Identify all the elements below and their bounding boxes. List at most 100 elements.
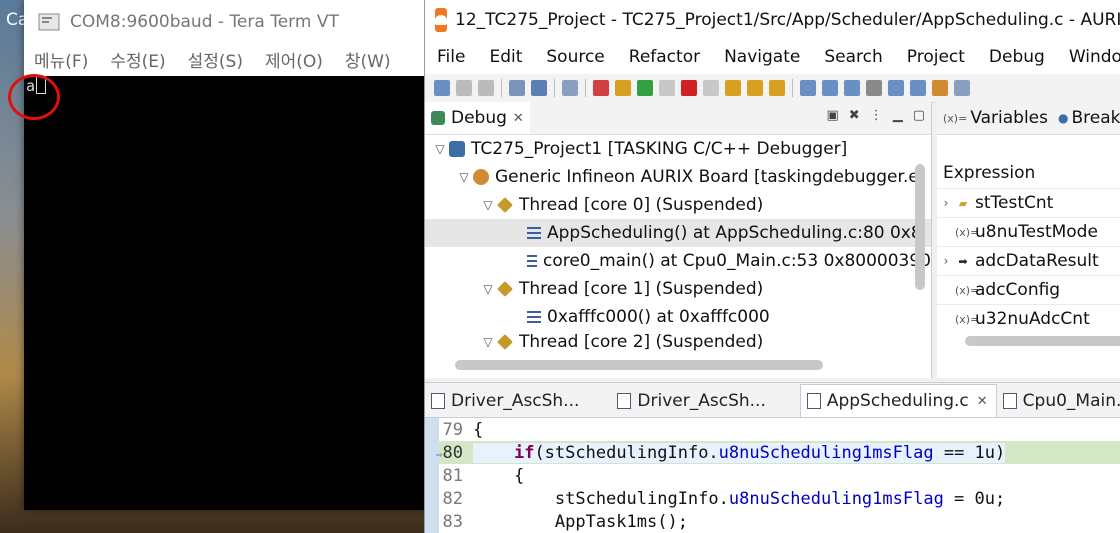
save-icon[interactable]	[456, 80, 472, 96]
minimize-icon[interactable]: ▁	[893, 108, 903, 123]
collapse-all-icon[interactable]: ▣	[827, 108, 839, 123]
chevron-down-icon[interactable]: ▽	[479, 335, 497, 349]
teraterm-menu-window[interactable]: 창(W)	[335, 47, 401, 72]
eclipse-window[interactable]: 12_TC275_Project - TC275_Project1/Src/Ap…	[424, 0, 1120, 533]
tab-debug-label: Debug	[451, 108, 507, 128]
code-editor[interactable]: Driver_AscSh... Driver_AscSh... AppSched…	[425, 382, 1120, 533]
editor-tab[interactable]: Driver_AscSh...	[587, 385, 773, 417]
editor-tab-label: AppScheduling.c	[826, 391, 969, 411]
reset-icon[interactable]	[615, 80, 631, 96]
maximize-icon[interactable]: ▢	[913, 108, 925, 123]
menu-edit[interactable]: Edit	[477, 47, 534, 67]
var-row[interactable]: (x)= u8nuTestMode	[937, 217, 1120, 246]
chevron-right-icon[interactable]: ›	[937, 196, 955, 210]
step-return-icon[interactable]	[769, 80, 785, 96]
var-row[interactable]: › ▰ stTestCnt	[937, 188, 1120, 217]
menu-file[interactable]: File	[425, 47, 477, 67]
debug-launch-icon[interactable]	[954, 80, 970, 96]
tab-variables[interactable]: (x)= Variables	[937, 102, 1054, 134]
build-icon[interactable]	[509, 80, 525, 96]
terminate-icon[interactable]	[681, 80, 697, 96]
editor-tab-active[interactable]: AppScheduling.c ✕	[799, 384, 997, 417]
step-into-icon[interactable]	[725, 80, 741, 96]
console-icon[interactable]	[531, 80, 547, 96]
code-line[interactable]: 82 stSchedulingInfo.u8nuScheduling1msFla…	[425, 487, 1120, 510]
toolbar-separator	[585, 79, 586, 97]
menu-project[interactable]: Project	[895, 47, 977, 67]
variables-view-tabbar: (x)= Variables ● Breakpo	[937, 102, 1120, 135]
help-icon[interactable]	[888, 80, 904, 96]
menu-debug[interactable]: Debug	[977, 47, 1057, 67]
var-name: u8nuTestMode	[975, 222, 1098, 242]
code-line[interactable]: 79 {	[425, 418, 1120, 441]
variable-icon: (x)=	[955, 283, 980, 297]
chevron-down-icon[interactable]: ▽	[431, 142, 449, 156]
menu-window[interactable]: Window	[1057, 47, 1120, 67]
step-over-icon[interactable]	[747, 80, 763, 96]
code-line[interactable]: 81 {	[425, 464, 1120, 487]
code-area[interactable]: 79 { ⇨80 if(stSchedulingInfo.u8nuSchedul…	[425, 418, 1120, 533]
c-file-icon	[1002, 393, 1017, 409]
tree-item-thread-core2[interactable]: ▽ Thread [core 2] (Suspended)	[425, 331, 931, 353]
tree-item-board[interactable]: ▽ Generic Infineon AURIX Board [taskingd…	[425, 163, 931, 191]
teraterm-menu-setup[interactable]: 설정(S)	[178, 47, 253, 72]
skip-breakpoints-icon[interactable]	[562, 80, 578, 96]
horizontal-scrollbar[interactable]	[965, 336, 1120, 346]
tree-item-launch[interactable]: ▽ TC275_Project1 [TASKING C/C++ Debugger…	[425, 135, 931, 163]
teraterm-menu-control[interactable]: 제어(O)	[255, 47, 333, 72]
instruction-step-icon[interactable]	[800, 80, 816, 96]
code-line[interactable]: 83 AppTask1ms();	[425, 510, 1120, 533]
code-text: stSchedulingInfo.u8nuScheduling1msFlag =…	[473, 488, 1006, 509]
tree-item-thread-core0[interactable]: ▽ Thread [core 0] (Suspended)	[425, 191, 931, 219]
target-icon[interactable]	[932, 80, 948, 96]
tree-item-thread-core1[interactable]: ▽ Thread [core 1] (Suspended)	[425, 275, 931, 303]
info-icon[interactable]	[910, 80, 926, 96]
tree-item-frame-core0-main[interactable]: core0_main() at Cpu0_Main.c:53 0x8000039…	[425, 247, 931, 275]
menu-refactor[interactable]: Refactor	[617, 47, 712, 67]
chevron-down-icon[interactable]: ▽	[455, 170, 473, 184]
tab-breakpoints[interactable]: ● Breakpo	[1054, 102, 1120, 134]
resume-icon[interactable]	[637, 80, 653, 96]
editor-tab-label: Driver_AscSh...	[451, 391, 580, 411]
teraterm-window[interactable]: COM8:9600baud - Tera Term VT 메뉴(F) 수정(E)…	[24, 0, 426, 510]
restart-icon[interactable]	[593, 80, 609, 96]
suspend-icon[interactable]	[659, 80, 675, 96]
chevron-down-icon[interactable]: ▽	[479, 198, 497, 212]
teraterm-menu-edit[interactable]: 수정(E)	[100, 47, 175, 72]
var-row[interactable]: › ➡ adcDataResult	[937, 246, 1120, 275]
menu-source[interactable]: Source	[534, 47, 616, 67]
chevron-right-icon[interactable]: ›	[937, 254, 955, 268]
memory-icon[interactable]	[844, 80, 860, 96]
tab-debug[interactable]: Debug ✕	[425, 102, 530, 134]
toggle-view-icon[interactable]	[822, 80, 838, 96]
new-icon[interactable]	[434, 80, 450, 96]
var-row[interactable]: (x)= adcConfig	[937, 275, 1120, 304]
remove-terminated-icon[interactable]: ✖	[849, 108, 860, 123]
vertical-scrollbar[interactable]	[915, 164, 925, 290]
eclipse-title: 12_TC275_Project - TC275_Project1/Src/Ap…	[455, 10, 1120, 30]
editor-tab[interactable]: Driver_AscSh...	[425, 385, 587, 417]
chevron-down-icon[interactable]: ▽	[479, 282, 497, 296]
teraterm-menu-file[interactable]: 메뉴(F)	[24, 47, 98, 72]
disconnect-icon[interactable]	[703, 80, 719, 96]
terminal-screen[interactable]: a	[24, 76, 426, 510]
eclipse-titlebar[interactable]: 12_TC275_Project - TC275_Project1/Src/Ap…	[425, 0, 1120, 40]
column-header-expression[interactable]: Expression	[937, 158, 1120, 188]
save-all-icon[interactable]	[478, 80, 494, 96]
line-number: 82	[442, 488, 463, 509]
settings-icon[interactable]	[866, 80, 882, 96]
menu-navigate[interactable]: Navigate	[712, 47, 812, 67]
tree-item-frame-appscheduling[interactable]: AppScheduling() at AppScheduling.c:80 0x…	[425, 219, 931, 247]
horizontal-scrollbar[interactable]	[455, 360, 823, 370]
var-row[interactable]: (x)= u32nuAdcCnt	[937, 304, 1120, 333]
view-menu-icon[interactable]: ⋮	[870, 108, 883, 123]
close-icon[interactable]: ✕	[513, 111, 524, 126]
editor-tab[interactable]: Cpu0_Main.c	[997, 385, 1120, 417]
thread-icon	[497, 197, 513, 213]
main-toolbar	[425, 74, 1120, 103]
code-line-current[interactable]: ⇨80 if(stSchedulingInfo.u8nuScheduling1m…	[425, 441, 1120, 464]
menu-search[interactable]: Search	[812, 47, 894, 67]
teraterm-titlebar[interactable]: COM8:9600baud - Tera Term VT	[24, 0, 426, 44]
close-icon[interactable]: ✕	[977, 394, 988, 409]
tree-item-frame-core1[interactable]: 0xafffc000() at 0xafffc000	[425, 303, 931, 331]
